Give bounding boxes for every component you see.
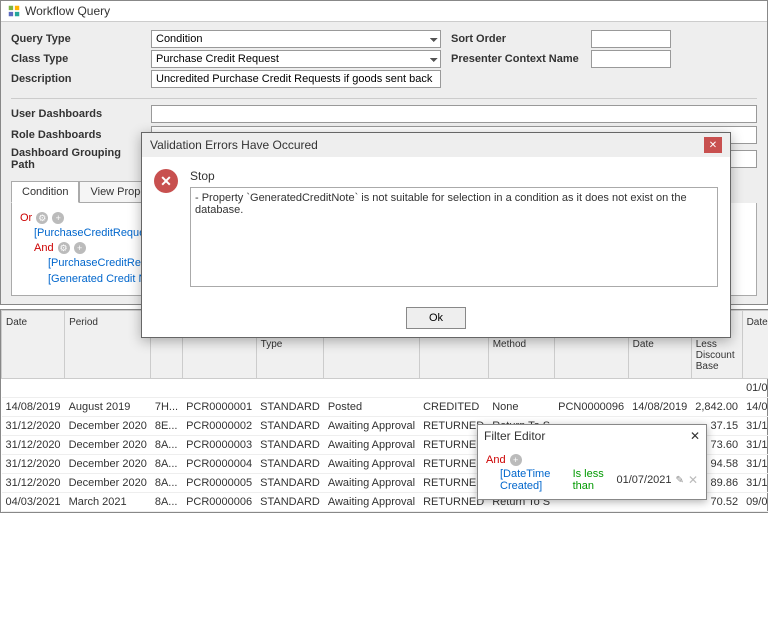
cell: PCR0000002 — [182, 417, 256, 436]
presenter-input[interactable] — [591, 50, 671, 68]
cell: 8A... — [151, 474, 182, 493]
class-type-select[interactable]: Purchase Credit Request — [151, 50, 441, 68]
error-icon: ✕ — [154, 169, 178, 193]
cell: December 2020 — [65, 474, 151, 493]
cell: STANDARD — [256, 417, 324, 436]
cell: December 2020 — [65, 455, 151, 474]
close-icon[interactable]: ✕ — [704, 137, 722, 153]
ok-button[interactable]: Ok — [406, 307, 466, 329]
grouping-label: Dashboard Grouping Path — [11, 147, 141, 171]
cell: Awaiting Approval — [324, 417, 419, 436]
modal-message: - Property `GeneratedCreditNote` is not … — [190, 187, 718, 287]
titlebar: Workflow Query — [1, 1, 767, 22]
filter-row[interactable]: 01/07/2021 — [2, 379, 768, 398]
cell: 31/12/2020 20:26:27 — [742, 455, 768, 474]
window-title: Workflow Query — [25, 4, 110, 18]
cell: 31/12/2020 — [2, 474, 65, 493]
modal-title: Validation Errors Have Occured — [150, 138, 318, 152]
table-row[interactable]: 14/08/2019August 20197H...PCR0000001STAN… — [2, 398, 768, 417]
cell: 09/03/2021 08:18:33 — [742, 493, 768, 512]
cell: PCR0000001 — [182, 398, 256, 417]
cell: CREDITED — [419, 398, 488, 417]
sort-order-label: Sort Order — [451, 33, 581, 45]
pencil-icon[interactable]: ✎ — [676, 475, 684, 486]
cell: 31/12/2020 — [2, 436, 65, 455]
query-type-label: Query Type — [11, 33, 141, 45]
cell: 8A... — [151, 455, 182, 474]
plus-icon[interactable]: + — [74, 242, 86, 254]
modal-heading: Stop — [190, 169, 718, 183]
cell: PCR0000006 — [182, 493, 256, 512]
cell: PCR0000005 — [182, 474, 256, 493]
cell: March 2021 — [65, 493, 151, 512]
cell: PCN0000096 — [554, 398, 628, 417]
cell: 2,842.00 — [691, 398, 742, 417]
cell: December 2020 — [65, 436, 151, 455]
cell: None — [488, 398, 554, 417]
filter-and[interactable]: And — [486, 454, 506, 466]
presenter-label: Presenter Context Name — [451, 53, 581, 65]
filter-datetime-created[interactable]: 01/07/2021 — [742, 379, 768, 398]
cond-and[interactable]: And — [34, 242, 54, 254]
cell: 31/12/2020 23:33:20 — [742, 474, 768, 493]
cell: 14/08/2019 — [2, 398, 65, 417]
filter-editor-popup: Filter Editor ✕ And + [DateTime Created]… — [477, 424, 707, 500]
class-type-label: Class Type — [11, 53, 141, 65]
cell: 31/12/2020 — [2, 455, 65, 474]
cell: 14/08/2019 — [628, 398, 691, 417]
tab-condition[interactable]: Condition — [11, 181, 79, 203]
cell: PCR0000003 — [182, 436, 256, 455]
cell: Awaiting Approval — [324, 436, 419, 455]
gear-icon[interactable]: ⚙ — [58, 242, 70, 254]
cell: August 2019 — [65, 398, 151, 417]
cell: STANDARD — [256, 493, 324, 512]
sort-order-input[interactable] — [591, 30, 671, 48]
delete-icon[interactable]: ✕ — [688, 473, 698, 487]
cell: 14/08/2019 07:47:51 — [742, 398, 768, 417]
cell: STANDARD — [256, 455, 324, 474]
plus-icon[interactable]: + — [510, 454, 522, 466]
close-icon[interactable]: ✕ — [690, 429, 700, 443]
cell: STANDARD — [256, 398, 324, 417]
cell: PCR0000004 — [182, 455, 256, 474]
description-input[interactable] — [151, 70, 441, 88]
cell: STANDARD — [256, 436, 324, 455]
cell: Awaiting Approval — [324, 455, 419, 474]
filter-val[interactable]: 01/07/2021 — [616, 474, 671, 486]
filter-field[interactable]: [DateTime Created] — [500, 468, 569, 492]
cell: Awaiting Approval — [324, 493, 419, 512]
cell: December 2020 — [65, 417, 151, 436]
cell: Awaiting Approval — [324, 474, 419, 493]
cell: 8E... — [151, 417, 182, 436]
cell: 04/03/2021 — [2, 493, 65, 512]
cell: 8A... — [151, 493, 182, 512]
role-dash-label: Role Dashboards — [11, 129, 141, 141]
filter-op[interactable]: Is less than — [573, 468, 613, 492]
cell: Posted — [324, 398, 419, 417]
cell: 31/12/2020 — [2, 417, 65, 436]
col-period[interactable]: Period — [65, 311, 151, 379]
validation-errors-dialog: Validation Errors Have Occured ✕ ✕ Stop … — [141, 132, 731, 338]
col-datetime-created[interactable]: Date Time Created — [742, 311, 768, 379]
query-type-select[interactable]: Condition — [151, 30, 441, 48]
user-dash-label: User Dashboards — [11, 108, 141, 120]
description-label: Description — [11, 73, 141, 85]
plus-icon[interactable]: + — [52, 212, 64, 224]
cond-or[interactable]: Or — [20, 212, 32, 224]
filter-popup-title: Filter Editor — [484, 429, 545, 443]
cell: 8A... — [151, 436, 182, 455]
cell: 31/12/2020 20:20:52 — [742, 436, 768, 455]
cell: 31/12/2020 17:23:48 — [742, 417, 768, 436]
user-dash-input[interactable] — [151, 105, 757, 123]
app-icon — [7, 4, 21, 18]
col-date[interactable]: Date — [2, 311, 65, 379]
gear-icon[interactable]: ⚙ — [36, 212, 48, 224]
cell: STANDARD — [256, 474, 324, 493]
cell: 7H... — [151, 398, 182, 417]
